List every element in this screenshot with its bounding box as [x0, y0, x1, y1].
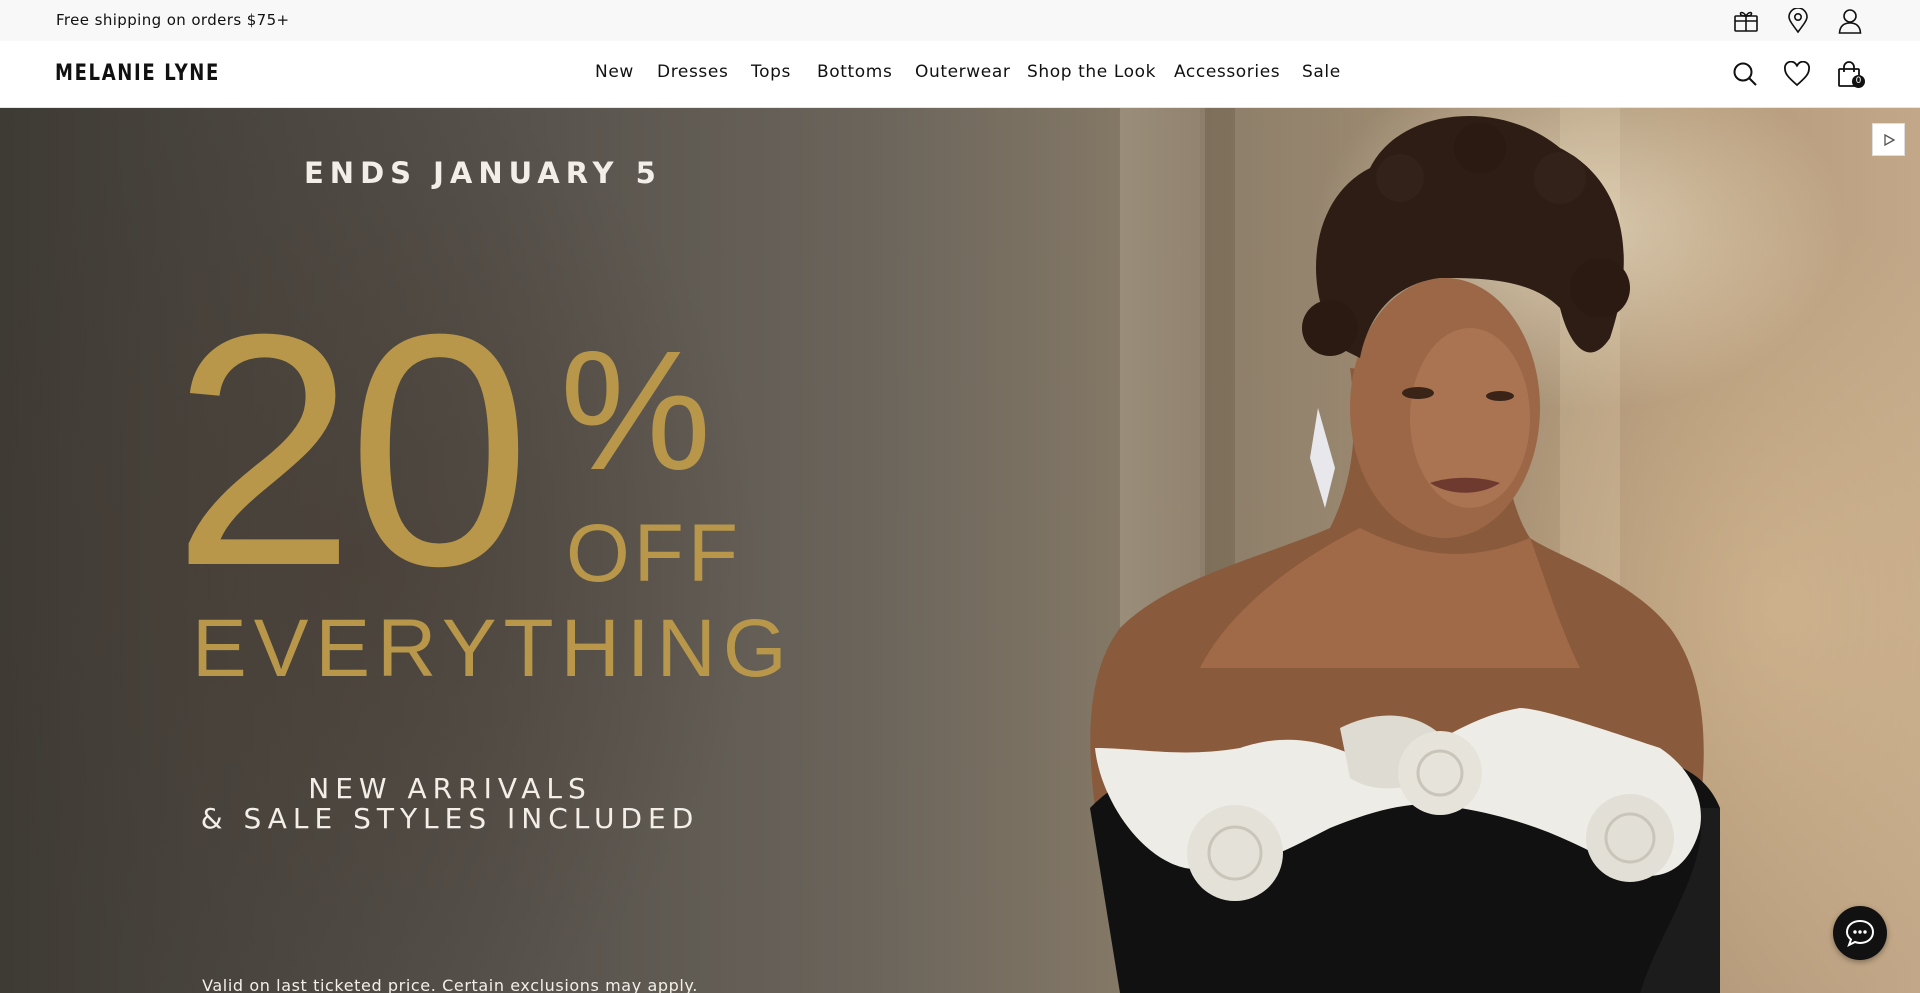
promo-fine-print: Valid on last ticketed price. Certain ex… [202, 976, 698, 993]
account-icon[interactable] [1836, 7, 1864, 35]
promo-discount-number: 20 [172, 265, 531, 634]
play-icon [1883, 133, 1895, 146]
chat-widget-button[interactable] [1833, 906, 1887, 960]
promo-end-date: ENDS JANUARY 5 [304, 156, 662, 190]
nav-item-new[interactable]: New [595, 62, 634, 82]
nav-item-shop-the-look[interactable]: Shop the Look [1027, 62, 1156, 82]
search-icon[interactable] [1729, 58, 1761, 90]
store-locator-icon[interactable] [1784, 7, 1812, 35]
nav-item-outerwear[interactable]: Outerwear [915, 62, 1010, 82]
cart-count-badge: 0 [1852, 75, 1865, 88]
shopping-bag-icon[interactable]: 0 [1833, 58, 1865, 90]
promo-sub-line-1: NEW ARRIVALS [308, 772, 592, 805]
hero-banner[interactable]: ENDS JANUARY 5 20 % OFF EVERYTHING NEW A… [0, 108, 1920, 993]
nav-item-bottoms[interactable]: Bottoms [817, 62, 892, 82]
promo-off-text: OFF [566, 508, 742, 599]
free-shipping-text: Free shipping on orders $75+ [56, 11, 290, 29]
wishlist-heart-icon[interactable] [1781, 58, 1813, 90]
chat-bubble-icon [1845, 919, 1875, 948]
nav-item-accessories[interactable]: Accessories [1174, 62, 1280, 82]
announcement-bar: Free shipping on orders $75+ [0, 0, 1920, 41]
main-nav: New Dresses Tops Bottoms Outerwear Shop … [0, 62, 1920, 88]
video-play-button[interactable] [1872, 123, 1905, 156]
promo-sub-line-2: & SALE STYLES INCLUDED [200, 802, 700, 835]
nav-item-tops[interactable]: Tops [751, 62, 791, 82]
nav-item-sale[interactable]: Sale [1302, 62, 1341, 82]
gift-card-icon[interactable] [1732, 7, 1760, 35]
nav-item-dresses[interactable]: Dresses [657, 62, 728, 82]
promo-percent-symbol: % [560, 316, 712, 506]
promo-everything-text: EVERYTHING [192, 603, 794, 694]
site-header: MELANIE LYNE New Dresses Tops Bottoms Ou… [0, 41, 1920, 108]
